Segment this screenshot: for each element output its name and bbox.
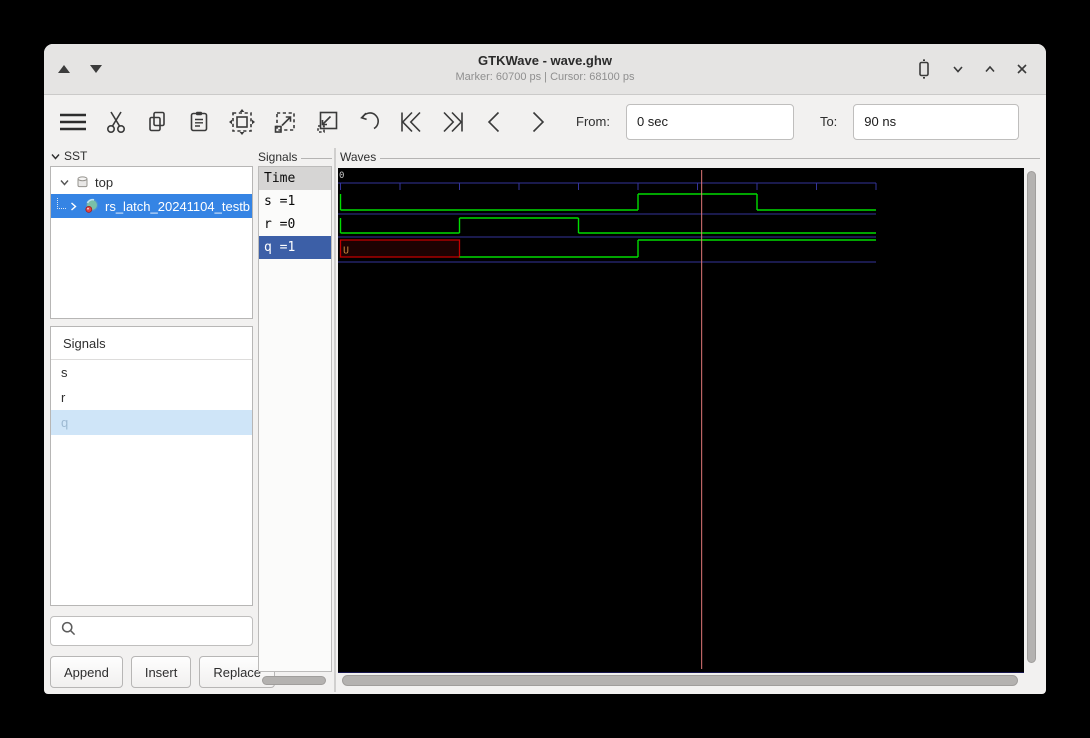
from-label: From: [576,114,610,129]
module-icon [75,175,90,190]
tree-item-label: rs_latch_20241104_testb [105,198,251,214]
copy-icon[interactable] [144,109,170,135]
titlebar-down-arrow-button[interactable] [90,65,102,73]
testbench-icon [84,198,100,214]
waves-vscrollbar[interactable] [1027,168,1037,672]
marker-cursor-status: Marker: 60700 ps | Cursor: 68100 ps [455,71,635,84]
signal-value-row-s[interactable]: s =1 [259,190,331,213]
tree-item-label: top [95,174,114,190]
tree-row-rs-latch[interactable]: rs_latch_20241104_testb [51,194,252,218]
signal-value-row-q[interactable]: q =1 [259,236,331,259]
step-forward-icon[interactable] [524,109,550,135]
signal-value-row-r[interactable]: r =0 [259,213,331,236]
tree-row-top[interactable]: top [51,170,252,194]
skip-to-start-icon[interactable] [398,109,424,135]
signal-list-header: Signals [51,327,252,360]
sst-expander[interactable]: SST [50,149,87,163]
skip-to-end-icon[interactable] [440,109,466,135]
time-header: Time [259,167,331,190]
titlebar-up-arrow-button[interactable] [58,65,70,73]
gtkwave-window: GTKWave - wave.ghw Marker: 60700 ps | Cu… [44,44,1046,694]
svg-text:0: 0 [339,171,344,181]
from-input[interactable] [625,103,794,140]
zoom-fit-icon[interactable] [228,108,256,136]
signal-search-panel: Signals s r q [50,326,253,606]
toolbar: From: To: [44,95,1046,148]
waves-frame-label: Waves [340,150,1040,164]
pane-splitter[interactable] [334,148,336,692]
waves-hscrollbar[interactable] [340,675,1022,687]
waves-vscrollbar-thumb[interactable] [1027,171,1036,663]
cut-icon[interactable] [104,109,128,135]
signal-list-item-q[interactable]: q [51,410,252,435]
window-title: GTKWave - wave.ghw [478,53,612,68]
undo-icon[interactable] [356,109,382,135]
sst-tree: top rs_latch_20241104_testb [50,166,253,319]
expander-down-icon[interactable] [59,177,71,188]
signals-hscrollbar[interactable] [260,676,330,686]
paste-icon[interactable] [186,109,212,135]
restore-window-icon[interactable] [914,59,934,79]
wave-canvas[interactable]: 0U [338,168,1024,673]
to-label: To: [819,114,838,129]
chevron-up-icon[interactable] [982,61,998,77]
signal-buttons: Append Insert Replace [50,656,276,688]
search-icon [60,620,77,642]
expander-right-icon[interactable] [68,201,80,212]
signal-values-panel: Time s =1 r =0 q =1 [258,166,332,672]
titlebar: GTKWave - wave.ghw Marker: 60700 ps | Cu… [44,44,1046,95]
menu-icon[interactable] [58,109,88,135]
signal-list-item-s[interactable]: s [51,360,252,385]
to-input[interactable] [853,103,1020,140]
step-back-icon[interactable] [482,109,508,135]
signals-hscrollbar-thumb[interactable] [262,676,326,685]
zoom-in-icon[interactable] [272,109,298,135]
sst-header-label: SST [64,149,88,163]
signals-frame-label: Signals [258,150,332,164]
zoom-out-icon[interactable] [314,109,340,135]
append-button[interactable]: Append [50,656,123,688]
svg-text:U: U [343,246,349,257]
close-icon[interactable] [1014,61,1030,77]
signal-list-item-r[interactable]: r [51,385,252,410]
insert-button[interactable]: Insert [130,656,192,688]
wave-canvas-svg: 0U [338,170,877,669]
signal-search-box[interactable] [50,616,253,646]
chevron-down-icon[interactable] [950,61,966,77]
waves-hscrollbar-thumb[interactable] [342,675,1018,686]
tree-connector [57,197,66,209]
